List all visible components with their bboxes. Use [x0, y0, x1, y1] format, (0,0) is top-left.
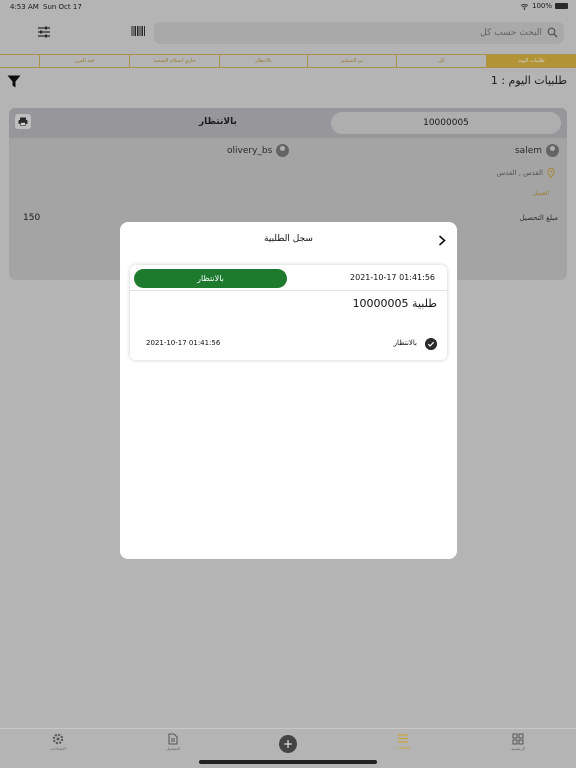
nav-home[interactable]: الرئيسية: [498, 733, 538, 751]
chevron-right-icon[interactable]: [438, 235, 446, 246]
modal-title: سجل الطلبية: [264, 234, 313, 244]
document-icon: [168, 733, 178, 745]
divider: [130, 290, 447, 291]
history-status-badge: بالانتظار: [134, 269, 287, 288]
list-icon: [398, 734, 408, 743]
step-date: 2021-10-17 01:41:56: [146, 339, 221, 347]
add-order-button[interactable]: +: [279, 735, 297, 753]
nav-settings-label: الإعدادات: [50, 746, 66, 751]
history-order-label: طلبية 10000005: [352, 297, 437, 310]
nav-collection-label: التحصيل: [166, 746, 180, 751]
nav-collection[interactable]: التحصيل: [153, 733, 193, 751]
nav-orders-label: الطلبيات: [395, 745, 411, 750]
grid-icon: [512, 733, 524, 745]
home-indicator[interactable]: [199, 760, 377, 764]
gear-icon: [52, 733, 64, 745]
history-date: 2021-10-17 01:41:56: [350, 273, 435, 282]
nav-orders[interactable]: الطلبيات: [383, 733, 423, 750]
check-circle-icon: [425, 338, 437, 350]
nav-home-label: الرئيسية: [511, 746, 525, 751]
step-state: بالانتظار: [393, 339, 417, 347]
order-history-modal: سجل الطلبية بالانتظار 2021-10-17 01:41:5…: [120, 222, 457, 559]
history-entry-card: بالانتظار 2021-10-17 01:41:56 طلبية 1000…: [130, 265, 447, 360]
nav-settings[interactable]: الإعدادات: [38, 733, 78, 751]
